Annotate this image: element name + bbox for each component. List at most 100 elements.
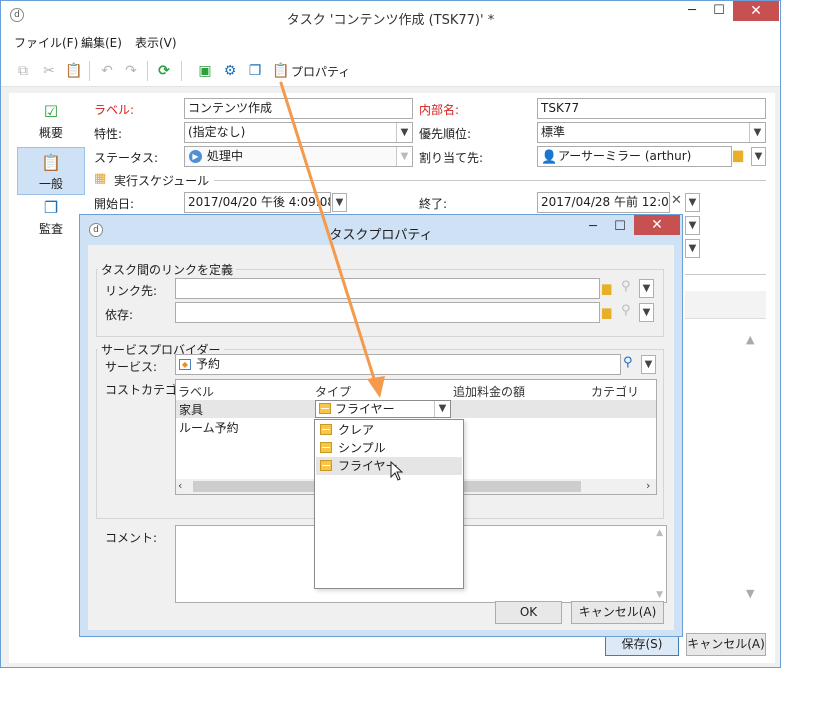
scroll-up-icon[interactable]: ▲ bbox=[656, 528, 663, 538]
scroll-up-icon[interactable]: ▲ bbox=[746, 333, 754, 346]
cancel-button[interactable]: キャンセル(A) bbox=[686, 633, 766, 656]
start-input[interactable]: 2017/04/20 午後 4:09:08 bbox=[184, 192, 331, 213]
properties-icon[interactable]: 📋 bbox=[272, 63, 289, 79]
assigned-input[interactable]: 👤 アーサーミラー (arthur) bbox=[537, 146, 732, 167]
chevron-down-icon[interactable]: ▼ bbox=[332, 193, 347, 212]
table-row[interactable]: 家具 フライヤー ▼ bbox=[176, 400, 656, 418]
divider bbox=[685, 274, 766, 275]
dropdown-option-selected[interactable]: フライヤー bbox=[316, 457, 462, 475]
sidebar-item-audit[interactable]: ❐ 監査 bbox=[17, 199, 85, 241]
document-gear-icon[interactable]: ❐ bbox=[247, 63, 263, 79]
assigned-label: 割り当て先: bbox=[419, 151, 484, 165]
chevron-down-icon[interactable]: ▼ bbox=[749, 123, 765, 142]
chevron-down-icon[interactable]: ▼ bbox=[641, 355, 656, 374]
dropdown-option[interactable]: クレア bbox=[316, 421, 462, 439]
copy-icon[interactable]: ⧉ bbox=[15, 63, 31, 79]
check-icon: ☑ bbox=[43, 102, 59, 121]
priority-value: 標準 bbox=[541, 125, 566, 139]
chevron-down-icon[interactable]: ▼ bbox=[639, 279, 654, 298]
row-label: ルーム予約 bbox=[179, 421, 239, 435]
service-value: 予約 bbox=[196, 357, 221, 371]
search-icon[interactable]: ⚲ bbox=[621, 303, 631, 318]
cut-icon[interactable]: ✂ bbox=[41, 63, 57, 79]
menu-file[interactable]: ファイル(F) bbox=[14, 34, 78, 51]
option-label: クレア bbox=[338, 423, 375, 437]
row-label: 家具 bbox=[179, 403, 204, 417]
refresh-icon[interactable]: ⟳ bbox=[156, 63, 172, 79]
type-dropdown-list: クレア シンプル フライヤー bbox=[314, 419, 464, 589]
status-label: ステータス: bbox=[94, 151, 159, 165]
undo-icon[interactable]: ↶ bbox=[99, 63, 115, 79]
folder-icon[interactable]: ▆ bbox=[602, 281, 611, 295]
search-icon[interactable]: ⚲ bbox=[623, 355, 633, 370]
maximize-button[interactable]: ☐ bbox=[607, 217, 633, 237]
paste-icon[interactable]: 📋 bbox=[65, 63, 82, 79]
depends-input[interactable] bbox=[175, 302, 600, 323]
chevron-down-icon[interactable]: ▼ bbox=[639, 303, 654, 322]
link-to-input[interactable] bbox=[175, 278, 600, 299]
menu-edit[interactable]: 編集(E) bbox=[81, 34, 122, 51]
folder-icon[interactable]: ▆ bbox=[602, 305, 611, 319]
ok-button[interactable]: OK bbox=[495, 601, 562, 624]
label-input[interactable]: コンテンツ作成 bbox=[184, 98, 413, 119]
link-group-title: タスク間のリンクを定義 bbox=[98, 261, 237, 278]
cursor-icon bbox=[390, 461, 404, 481]
divider bbox=[214, 180, 766, 181]
sidebar-item-general[interactable]: 📋 一般 bbox=[17, 147, 85, 195]
user-icon: 👤 bbox=[541, 150, 558, 165]
menu-bar: ファイル(F) 編集(E) 表示(V) bbox=[1, 31, 780, 53]
option-label: フライヤー bbox=[338, 459, 398, 473]
minimize-button[interactable]: ─ bbox=[580, 217, 606, 237]
window-title: タスク 'コンテンツ作成 (TSK77)' * bbox=[286, 13, 495, 28]
scroll-down-icon[interactable]: ▼ bbox=[656, 590, 663, 600]
maximize-button[interactable]: ☐ bbox=[706, 1, 732, 21]
scroll-down-icon[interactable]: ▼ bbox=[746, 587, 754, 600]
dialog-cancel-button[interactable]: キャンセル(A) bbox=[571, 601, 664, 624]
status-select[interactable]: ▶ 処理中 ▼ bbox=[184, 146, 413, 167]
priority-select[interactable]: 標準 ▼ bbox=[537, 122, 766, 143]
chevron-down-icon[interactable]: ▼ bbox=[685, 216, 700, 235]
toolbar-separator bbox=[147, 61, 148, 81]
dialog-title-bar: d タスクプロパティ ─ ☐ ✕ bbox=[80, 215, 682, 245]
menu-view[interactable]: 表示(V) bbox=[135, 34, 177, 51]
properties-button-label[interactable]: プロパティ bbox=[291, 63, 350, 80]
dialog-close-button[interactable]: ✕ bbox=[634, 215, 680, 235]
chevron-down-icon[interactable]: ▼ bbox=[751, 147, 766, 166]
search-icon[interactable]: ⚲ bbox=[621, 279, 631, 294]
title-bar: d タスク 'コンテンツ作成 (TSK77)' * ─ ☐ ✕ bbox=[1, 1, 780, 31]
folder-icon[interactable]: ▆ bbox=[733, 148, 743, 163]
assigned-value: アーサーミラー (arthur) bbox=[558, 149, 692, 163]
redo-icon[interactable]: ↷ bbox=[123, 63, 139, 79]
schedule-title: 実行スケジュール bbox=[114, 174, 210, 188]
type-value: フライヤー bbox=[335, 402, 395, 416]
service-label: サービス: bbox=[105, 360, 158, 374]
sidebar-item-summary[interactable]: ☑ 概要 bbox=[17, 103, 85, 145]
chevron-down-icon[interactable]: ▼ bbox=[396, 123, 412, 142]
nature-select[interactable]: (指定なし) ▼ bbox=[184, 122, 413, 143]
chevron-right-icon[interactable]: › bbox=[646, 479, 650, 492]
label-field-label: ラベル: bbox=[94, 103, 135, 117]
chevron-down-icon[interactable]: ▼ bbox=[685, 239, 700, 258]
nature-value: (指定なし) bbox=[188, 125, 246, 139]
calculator-icon[interactable]: ▣ bbox=[197, 63, 213, 79]
depends-label: 依存: bbox=[105, 308, 134, 322]
chevron-left-icon[interactable]: ‹ bbox=[178, 479, 182, 492]
gear-icon[interactable]: ⚙ bbox=[222, 63, 238, 79]
column-header[interactable]: タイプ bbox=[315, 383, 351, 400]
dropdown-option[interactable]: シンプル bbox=[316, 439, 462, 457]
column-header[interactable]: カテゴリ bbox=[591, 383, 639, 400]
type-select[interactable]: フライヤー ▼ bbox=[315, 400, 451, 418]
clear-icon[interactable]: ✕ bbox=[671, 193, 682, 208]
column-header[interactable]: ラベル bbox=[178, 383, 214, 400]
service-icon: ◆ bbox=[179, 359, 191, 370]
minimize-button[interactable]: ─ bbox=[679, 1, 705, 21]
close-button[interactable]: ✕ bbox=[733, 1, 779, 21]
chevron-down-icon[interactable]: ▼ bbox=[434, 401, 450, 417]
start-label: 開始日: bbox=[94, 197, 135, 211]
chevron-down-icon[interactable]: ▼ bbox=[685, 193, 700, 212]
service-input[interactable]: ◆ 予約 bbox=[175, 354, 621, 375]
internal-name-input[interactable]: TSK77 bbox=[537, 98, 766, 119]
play-icon: ▶ bbox=[189, 150, 202, 163]
column-header[interactable]: 追加料金の額 bbox=[453, 383, 525, 400]
end-input[interactable]: 2017/04/28 午前 12:00 bbox=[537, 192, 670, 213]
